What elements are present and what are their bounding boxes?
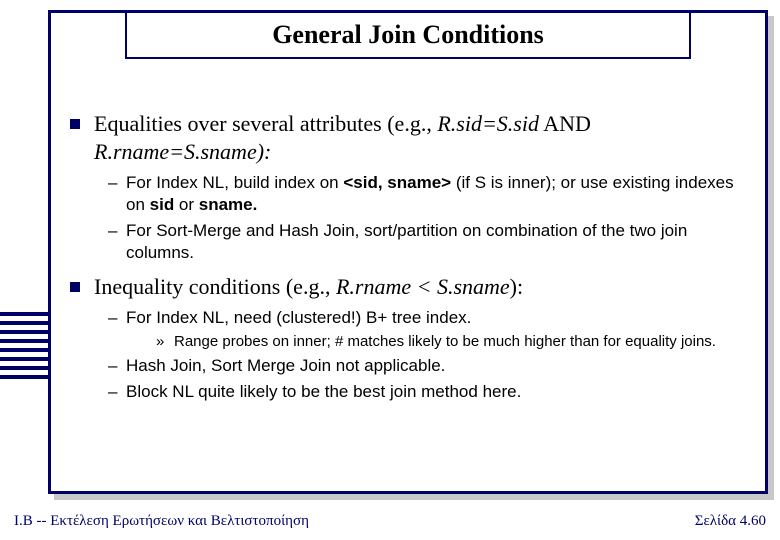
text: Equalities over several attributes (e.g.… — [94, 111, 437, 136]
sub-list: – For Index NL, need (clustered!) B+ tre… — [108, 307, 750, 402]
cond: R.rname=S.sname — [94, 139, 257, 164]
t: or — [174, 195, 199, 214]
and-kw: AND — [539, 111, 591, 136]
sub-text: Block NL quite likely to be the best joi… — [126, 381, 521, 403]
bullet-equalities: Equalities over several attributes (e.g.… — [70, 110, 750, 166]
page-number: 4.60 — [740, 513, 766, 529]
sub-text: Hash Join, Sort Merge Join not applicabl… — [126, 355, 445, 377]
page-label: Σελίδα — [695, 513, 740, 529]
raquo-icon: » — [156, 332, 174, 351]
sub-text: For Index NL, need (clustered!) B+ tree … — [126, 307, 716, 351]
sub-sub-item: » Range probes on inner; # matches likel… — [156, 332, 716, 351]
bullet-inequality: Inequality conditions (e.g., R.rname < S… — [70, 273, 750, 301]
sub-sub-text: Range probes on inner; # matches likely … — [174, 332, 716, 351]
footer-left: I.B -- Εκτέλεση Ερωτήσεων και Βελτιστοπο… — [14, 513, 309, 530]
t: sid — [150, 195, 175, 214]
decorative-bars — [0, 312, 48, 384]
cond: R.rname < S.sname — [336, 274, 510, 299]
dash-icon: – — [108, 307, 126, 351]
footer-right: Σελίδα 4.60 — [695, 513, 766, 530]
dash-icon: – — [108, 355, 126, 377]
footer: I.B -- Εκτέλεση Ερωτήσεων και Βελτιστοπο… — [14, 513, 766, 530]
dash-icon: – — [108, 220, 126, 264]
square-bullet-icon — [70, 282, 80, 292]
slide-title: General Join Conditions — [272, 20, 544, 50]
sub-sub-list: » Range probes on inner; # matches likel… — [156, 332, 716, 351]
sub-item: – Block NL quite likely to be the best j… — [108, 381, 750, 403]
cond: R.sid=S.sid — [437, 111, 539, 136]
square-bullet-icon — [70, 119, 80, 129]
title-box: General Join Conditions — [125, 11, 691, 59]
t: sname. — [199, 195, 258, 214]
text: Inequality conditions (e.g., — [94, 274, 336, 299]
sub-item: – For Sort-Merge and Hash Join, sort/par… — [108, 220, 750, 264]
t: For Index NL, build index on — [126, 173, 343, 192]
t: For Index NL, need (clustered!) B+ tree … — [126, 308, 471, 327]
slide-content: Equalities over several attributes (e.g.… — [70, 110, 750, 413]
sub-item: – For Index NL, build index on <sid, sna… — [108, 172, 750, 216]
sub-text: For Sort-Merge and Hash Join, sort/parti… — [126, 220, 750, 264]
t: <sid, sname> — [343, 173, 451, 192]
text: ): — [257, 139, 272, 164]
text: ): — [510, 274, 523, 299]
sub-item: – For Index NL, need (clustered!) B+ tre… — [108, 307, 750, 351]
sub-list: – For Index NL, build index on <sid, sna… — [108, 172, 750, 263]
bullet-text: Inequality conditions (e.g., R.rname < S… — [94, 273, 523, 301]
sub-text: For Index NL, build index on <sid, sname… — [126, 172, 750, 216]
dash-icon: – — [108, 381, 126, 403]
bullet-text: Equalities over several attributes (e.g.… — [94, 110, 750, 166]
sub-item: – Hash Join, Sort Merge Join not applica… — [108, 355, 750, 377]
dash-icon: – — [108, 172, 126, 216]
